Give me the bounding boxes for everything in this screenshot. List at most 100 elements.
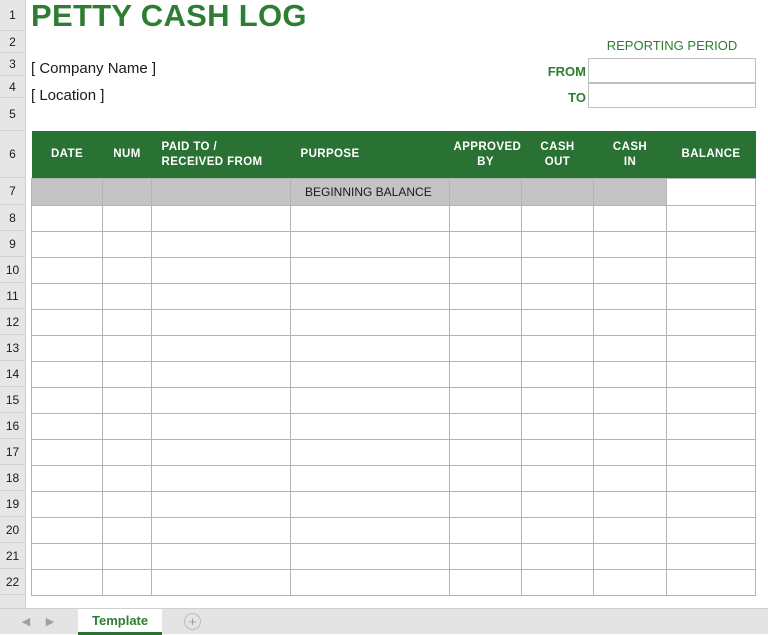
cell-cash-in[interactable] [593,465,667,492]
cell-purpose[interactable] [290,413,450,440]
cell-cash-in[interactable] [593,309,667,336]
cell-num[interactable] [102,387,152,414]
company-name-cell[interactable]: [ Company Name ] [31,60,156,77]
prev-arrow-icon[interactable]: ◀ [18,614,34,630]
row-header-22[interactable]: 22 [0,569,25,595]
cell-cash-in[interactable] [593,491,667,518]
cell-balance[interactable] [666,569,756,596]
row-header-11[interactable]: 11 [0,283,25,309]
cell-approved-by[interactable] [449,387,522,414]
row-header-7[interactable]: 7 [0,178,25,205]
reporting-period-from-input[interactable] [588,58,756,83]
column-header-approved-by[interactable]: APPROVED BY [449,131,522,179]
cell-paid-to[interactable] [151,387,291,414]
cell-paid-to[interactable] [151,309,291,336]
cell-purpose[interactable] [290,439,450,466]
location-cell[interactable]: [ Location ] [31,87,104,104]
beginning-balance-value-cell[interactable] [666,178,756,206]
cell-balance[interactable] [666,283,756,310]
plus-icon[interactable]: + [184,613,201,630]
cell-purpose[interactable] [290,465,450,492]
cell-cash-out[interactable] [521,517,594,544]
cell-approved-by[interactable] [449,413,522,440]
cell-balance[interactable] [666,335,756,362]
cell-approved-by[interactable] [449,309,522,336]
cell-num[interactable] [102,205,152,232]
cell-cash-in[interactable] [593,335,667,362]
cell-cash-in[interactable] [593,387,667,414]
cell-balance[interactable] [666,491,756,518]
cell-paid-to[interactable] [151,569,291,596]
cell-date[interactable] [31,465,103,492]
cell-balance[interactable] [666,205,756,232]
row-header-10[interactable]: 10 [0,257,25,283]
beginning-balance-cell-approved-by[interactable] [449,178,522,206]
beginning-balance-cell-date[interactable] [31,178,103,206]
row-header-13[interactable]: 13 [0,335,25,361]
row-header-18[interactable]: 18 [0,465,25,491]
cell-approved-by[interactable] [449,439,522,466]
cell-cash-out[interactable] [521,569,594,596]
cell-balance[interactable] [666,309,756,336]
cell-date[interactable] [31,413,103,440]
row-header-1[interactable]: 1 [0,0,25,31]
cell-date[interactable] [31,335,103,362]
cell-paid-to[interactable] [151,231,291,258]
cell-approved-by[interactable] [449,543,522,570]
row-header-2[interactable]: 2 [0,31,25,53]
column-header-date[interactable]: DATE [31,131,103,179]
cell-num[interactable] [102,335,152,362]
cell-paid-to[interactable] [151,413,291,440]
cell-approved-by[interactable] [449,569,522,596]
beginning-balance-cell-cash-in[interactable] [593,178,667,206]
cell-balance[interactable] [666,231,756,258]
cell-date[interactable] [31,543,103,570]
cell-balance[interactable] [666,257,756,284]
cell-cash-out[interactable] [521,465,594,492]
cell-cash-in[interactable] [593,543,667,570]
cell-paid-to[interactable] [151,361,291,388]
cell-date[interactable] [31,205,103,232]
cell-approved-by[interactable] [449,283,522,310]
row-header-6[interactable]: 6 [0,131,25,178]
cell-cash-out[interactable] [521,309,594,336]
row-header-4[interactable]: 4 [0,76,25,98]
cell-num[interactable] [102,413,152,440]
cell-date[interactable] [31,387,103,414]
cell-date[interactable] [31,283,103,310]
cell-balance[interactable] [666,439,756,466]
column-header-purpose[interactable]: PURPOSE [290,131,450,179]
cell-paid-to[interactable] [151,283,291,310]
row-header-20[interactable]: 20 [0,517,25,543]
cell-balance[interactable] [666,517,756,544]
cell-balance[interactable] [666,387,756,414]
cell-num[interactable] [102,439,152,466]
cell-balance[interactable] [666,361,756,388]
cell-date[interactable] [31,231,103,258]
cell-approved-by[interactable] [449,205,522,232]
cell-cash-out[interactable] [521,439,594,466]
cell-balance[interactable] [666,543,756,570]
cell-balance[interactable] [666,465,756,492]
cell-num[interactable] [102,569,152,596]
cell-num[interactable] [102,517,152,544]
cell-approved-by[interactable] [449,465,522,492]
cell-purpose[interactable] [290,491,450,518]
cell-cash-in[interactable] [593,283,667,310]
cell-date[interactable] [31,257,103,284]
cell-cash-in[interactable] [593,205,667,232]
column-header-balance[interactable]: BALANCE [666,131,756,179]
cell-cash-out[interactable] [521,491,594,518]
cell-cash-out[interactable] [521,543,594,570]
row-header-14[interactable]: 14 [0,361,25,387]
cell-num[interactable] [102,257,152,284]
cell-cash-out[interactable] [521,335,594,362]
cell-cash-in[interactable] [593,439,667,466]
row-header-5[interactable]: 5 [0,98,25,131]
cell-num[interactable] [102,491,152,518]
cell-date[interactable] [31,491,103,518]
cell-num[interactable] [102,283,152,310]
cell-paid-to[interactable] [151,465,291,492]
cell-paid-to[interactable] [151,205,291,232]
cell-purpose[interactable] [290,387,450,414]
